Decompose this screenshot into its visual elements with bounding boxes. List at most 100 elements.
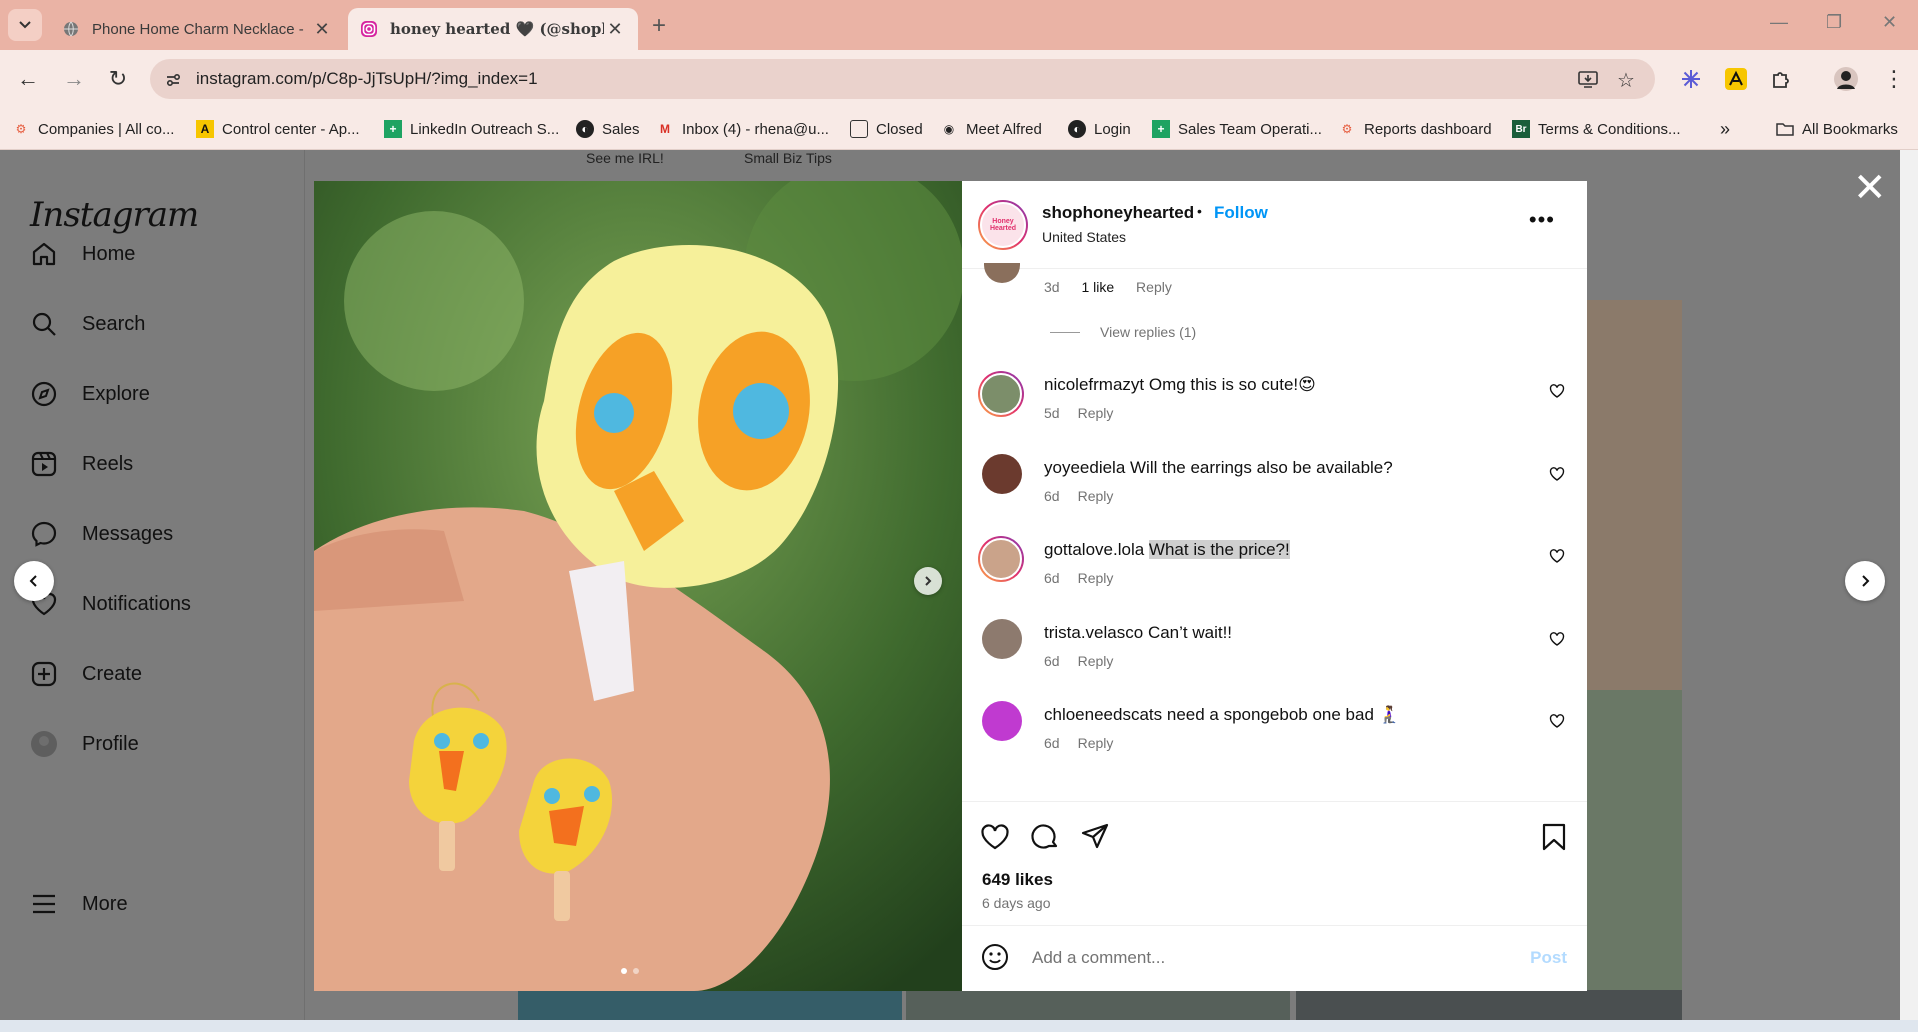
sidebar-item-search[interactable]: Search [28,304,145,344]
like-comment-heart-icon[interactable] [1549,466,1565,482]
bookmarks-bar: ⚙ Companies | All co... A Control center -… [0,108,1918,150]
bookmark-item[interactable]: ◐ Sales [576,116,640,142]
hubspot-icon: ⚙ [15,122,27,136]
bookmark-item[interactable]: + LinkedIn Outreach S... [384,116,559,142]
commenter-avatar[interactable] [978,536,1024,582]
chevron-down-icon [19,21,31,29]
sidebar-item-home[interactable]: Home [28,234,135,274]
sidebar-item-profile[interactable]: Profile [28,724,139,764]
post-location[interactable]: United States [1042,229,1126,245]
window-close-icon[interactable]: ✕ [1882,12,1897,33]
tab-search-button[interactable] [8,9,42,41]
bookmark-item[interactable]: ◉ Meet Alfred [940,116,1042,142]
bookmark-item[interactable]: Closed [850,116,923,142]
next-image-button[interactable] [914,567,942,595]
sidebar-item-create[interactable]: Create [28,654,142,694]
commenter-avatar[interactable] [982,454,1022,494]
comment-username[interactable]: yoyeediela [1044,458,1125,477]
background-grid-thumbnail [1587,690,1682,990]
post-image[interactable] [314,181,962,991]
author-username[interactable]: shophoneyhearted [1042,203,1194,223]
like-comment-heart-icon[interactable] [1549,383,1565,399]
post-actions: 649 likes 6 days ago [962,801,1587,921]
back-arrow-icon[interactable]: ← [14,65,42,93]
like-comment-heart-icon[interactable] [1549,713,1565,729]
browser-menu-icon[interactable]: ⋮ [1880,65,1908,93]
bookmark-star-icon[interactable]: ☆ [1615,69,1637,92]
br-icon: Br [1512,120,1530,138]
sidebar-item-messages[interactable]: Messages [28,514,173,554]
bookmark-item[interactable]: M Inbox (4) - rhena@u... [656,116,829,142]
like-comment-heart-icon[interactable] [1549,631,1565,647]
sidebar-item-reels[interactable]: Reels [28,444,133,484]
close-tab-icon[interactable]: ✕ [311,19,333,40]
new-tab-plus-icon[interactable]: + [652,12,666,40]
commenter-avatar[interactable] [982,619,1022,659]
comment-meta: 6d Reply [1044,570,1114,586]
comment-input[interactable]: Add a comment... [1032,948,1165,968]
chevron-left-icon [29,575,37,587]
comment-username[interactable]: nicolefrmazyt [1044,375,1144,394]
post-comment-button[interactable]: Post [1530,948,1567,968]
restore-icon[interactable]: ❐ [1826,12,1842,33]
like-heart-icon[interactable] [980,822,1010,852]
bookmark-item[interactable]: + Sales Team Operati... [1152,116,1322,142]
bookmark-item[interactable]: A Control center - Ap... [196,116,360,142]
save-bookmark-icon[interactable] [1540,822,1568,852]
globe-icon: ◐ [576,120,594,138]
view-replies-button[interactable]: View replies (1) [1050,324,1196,340]
next-post-button[interactable] [1845,561,1885,601]
extensions-puzzle-icon[interactable] [1767,65,1795,93]
likes-count[interactable]: 649 likes [982,870,1053,890]
browser-tab-phone-home[interactable]: Phone Home Charm Necklace - ✕ [50,8,345,50]
sidebar-item-explore[interactable]: Explore [28,374,150,414]
bookmark-item[interactable]: ⚙ Reports dashboard [1338,116,1492,142]
minimize-icon[interactable]: — [1770,12,1788,33]
profile-avatar-icon[interactable] [1832,65,1860,93]
commenter-avatar[interactable] [982,701,1022,741]
follow-button[interactable]: Follow [1214,203,1268,223]
background-grid-thumbnail [518,990,902,1020]
address-bar[interactable]: instagram.com/p/C8p-JjTsUpH/?img_index=1… [150,59,1655,99]
apollo-extension-icon[interactable] [1722,65,1750,93]
sidebar-item-notifications[interactable]: Notifications [28,584,191,624]
forward-arrow-icon[interactable]: → [60,65,88,93]
commenter-avatar[interactable] [978,371,1024,417]
close-tab-icon[interactable]: ✕ [604,19,626,40]
more-bookmarks-chevron-icon[interactable]: » [1720,116,1730,142]
separator-dot: • [1197,203,1202,219]
browser-tab-bar: Phone Home Charm Necklace - ✕ honey hear… [0,0,1918,50]
comment-username[interactable]: chloeneedscats [1044,705,1162,724]
share-paper-plane-icon[interactable] [1080,822,1110,852]
author-avatar[interactable]: Honey Hearted [978,200,1028,250]
close-modal-icon[interactable]: ✕ [1853,168,1887,208]
bookmark-item[interactable]: Br Terms & Conditions... [1512,116,1681,142]
background-grid-thumbnail [906,990,1290,1020]
perplexity-extension-icon[interactable] [1677,65,1705,93]
comment-bubble-icon[interactable] [1030,822,1060,852]
all-bookmarks-button[interactable]: All Bookmarks [1776,116,1898,142]
comment-text: What is the price?! [1148,540,1290,559]
instagram-favicon-icon [360,20,378,38]
comment-username[interactable]: trista.velasco [1044,623,1143,642]
reels-icon [28,448,60,480]
install-app-icon[interactable] [1577,69,1599,91]
browser-tab-instagram[interactable]: honey hearted 🖤 (@shophoneyhearted) ✕ [348,8,638,50]
site-settings-icon[interactable] [162,69,184,91]
comment-username[interactable]: gottalove.lola [1044,540,1144,559]
bookmark-item[interactable]: ◐ Login [1068,116,1131,142]
bookmark-item[interactable]: ⚙ Companies | All co... [12,116,175,142]
reload-icon[interactable]: ↻ [104,65,132,93]
comment-meta: 6d Reply [1044,735,1114,751]
like-comment-heart-icon[interactable] [1549,548,1565,564]
commenter-avatar[interactable] [984,263,1020,283]
emoji-smiley-icon[interactable] [980,942,1010,972]
instagram-logo[interactable]: Instagram [30,195,199,235]
more-options-icon[interactable]: ••• [1529,207,1555,233]
sidebar-item-more[interactable]: More [28,884,128,924]
previous-post-button[interactable] [14,561,54,601]
page-scrollbar[interactable] [1900,150,1918,1020]
chevron-right-icon [925,576,932,586]
post-timestamp[interactable]: 6 days ago [982,895,1051,911]
comment-meta: 3d 1 like Reply [1044,279,1172,295]
